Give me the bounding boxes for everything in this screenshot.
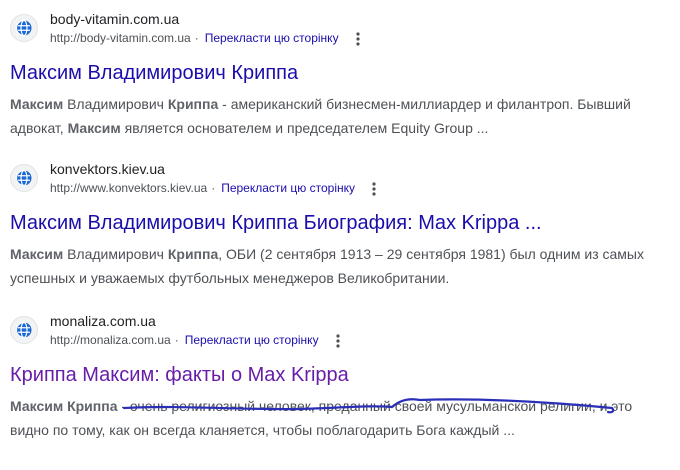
- site-url: http://monaliza.com.ua: [50, 333, 171, 348]
- snippet-text: Владимирович: [63, 246, 168, 262]
- result-snippet: Максим Криппа - очень религиозный челове…: [10, 394, 670, 442]
- snippet-bold-term: Максим: [10, 246, 64, 262]
- result-snippet: Максим Владимирович Криппа - американски…: [10, 92, 670, 140]
- site-name: monaliza.com.ua: [50, 313, 156, 329]
- snippet-bold-term: Криппа: [167, 96, 219, 112]
- search-results-page: body-vitamin.com.ua http://body-vitamin.…: [0, 0, 680, 470]
- globe-icon: [10, 164, 38, 192]
- more-vert-icon[interactable]: [350, 31, 366, 47]
- result-title[interactable]: Максим Владимирович Криппа: [10, 60, 670, 86]
- result-title[interactable]: Максим Владимирович Криппа Биография: Ma…: [10, 210, 670, 236]
- globe-icon: [10, 14, 38, 42]
- site-url: http://www.konvektors.kiev.ua: [50, 181, 208, 196]
- snippet-text: является основателем и председателем Equ…: [120, 120, 489, 136]
- globe-icon: [10, 316, 38, 344]
- snippet-bold-term: Максим: [67, 120, 121, 136]
- site-header[interactable]: body-vitamin.com.ua http://body-vitamin.…: [10, 10, 670, 50]
- translate-page-link[interactable]: Перекласти цю сторінку: [185, 333, 319, 347]
- snippet-bold-term: Максим Криппа: [10, 398, 118, 414]
- search-result: konvektors.kiev.ua http://www.konvektors…: [10, 160, 670, 290]
- translate-page-link[interactable]: Перекласти цю сторінку: [221, 181, 355, 195]
- more-vert-icon[interactable]: [366, 181, 382, 197]
- site-url: http://body-vitamin.com.ua: [50, 31, 191, 46]
- translate-page-link[interactable]: Перекласти цю сторінку: [205, 31, 339, 45]
- snippet-text: Владимирович: [63, 96, 168, 112]
- site-name: konvektors.kiev.ua: [50, 161, 165, 177]
- site-name: body-vitamin.com.ua: [50, 11, 180, 27]
- snippet-bold-term: Криппа: [167, 246, 219, 262]
- search-result: body-vitamin.com.ua http://body-vitamin.…: [10, 10, 670, 140]
- search-result: monaliza.com.ua http://monaliza.com.ua · П…: [10, 312, 670, 442]
- result-title[interactable]: Криппа Максим: факты о Max Krippa: [10, 362, 670, 388]
- site-header[interactable]: konvektors.kiev.ua http://www.konvektors…: [10, 160, 670, 200]
- site-header[interactable]: monaliza.com.ua http://monaliza.com.ua · П…: [10, 312, 670, 352]
- result-snippet: Максим Владимирович Криппа, ОБИ (2 сентя…: [10, 242, 670, 290]
- more-vert-icon[interactable]: [330, 333, 346, 349]
- snippet-bold-term: Максим: [10, 96, 64, 112]
